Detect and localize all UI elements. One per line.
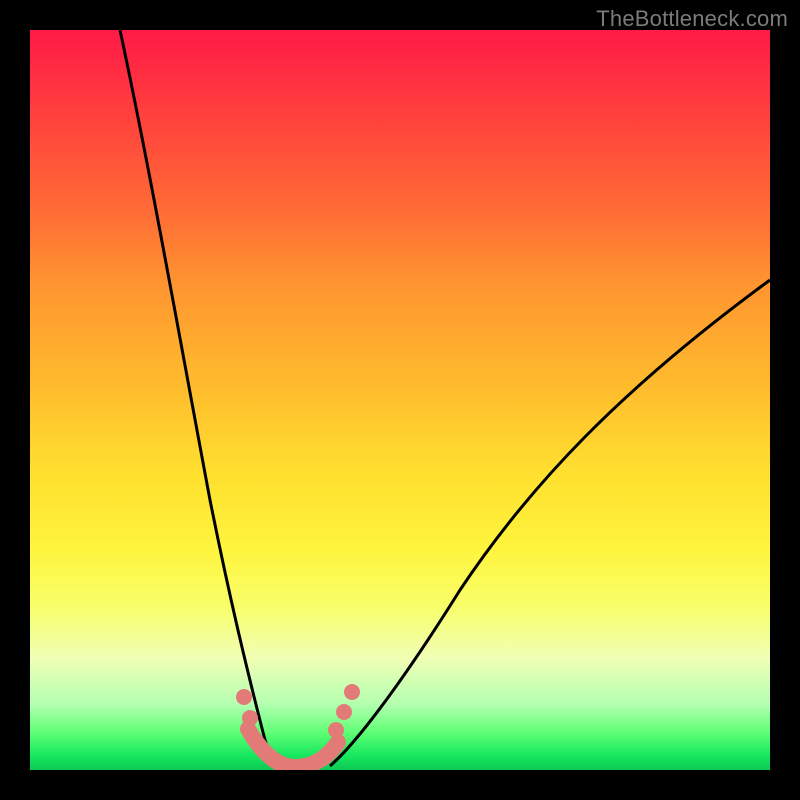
floor-highlight — [248, 729, 338, 767]
bottleneck-curve-left — [120, 30, 290, 768]
chart-frame: TheBottleneck.com — [0, 0, 800, 800]
floor-dot — [236, 689, 252, 705]
watermark-text: TheBottleneck.com — [596, 6, 788, 32]
floor-dot — [242, 710, 258, 726]
curve-layer — [30, 30, 770, 770]
plot-area — [30, 30, 770, 770]
floor-dot — [336, 704, 352, 720]
bottleneck-curve-right — [330, 280, 770, 766]
floor-dot — [328, 722, 344, 738]
floor-dot — [344, 684, 360, 700]
